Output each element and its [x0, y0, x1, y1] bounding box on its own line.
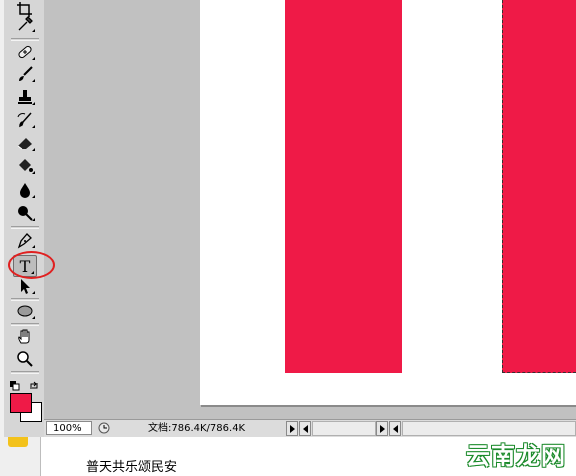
healing-brush-tool[interactable] [13, 42, 37, 62]
triangle-left-icon [302, 424, 308, 433]
horizontal-scrollbar-track[interactable] [312, 421, 376, 436]
hand-icon [18, 329, 30, 344]
marquee-selection [502, 0, 576, 373]
brush-tool[interactable] [13, 64, 37, 84]
scroll-right-button[interactable] [376, 421, 388, 436]
page-left-gutter [0, 437, 41, 476]
triangle-right-icon [379, 424, 385, 433]
caption-text: 普天共乐颂民安 [86, 460, 178, 475]
history-brush-tool[interactable] [13, 110, 37, 130]
foreground-color-swatch[interactable] [10, 393, 32, 413]
scroll-left-button-2[interactable] [389, 421, 401, 436]
document-size-info: 文档:786.4K/786.4K [148, 423, 246, 434]
type-tool-highlight-circle [8, 251, 55, 279]
dodge-tool[interactable] [13, 203, 37, 223]
eraser-tool[interactable] [13, 133, 37, 153]
triangle-left-icon [392, 424, 398, 433]
paint-bucket-tool[interactable] [13, 156, 37, 176]
watermark-logo: 云南龙网 [466, 442, 566, 470]
document-canvas[interactable] [200, 0, 576, 405]
zoom-tool[interactable] [13, 349, 37, 369]
horizontal-scrollbar-track-2[interactable] [402, 421, 576, 436]
zoom-icon [17, 351, 33, 367]
eyedropper-tool[interactable] [13, 14, 37, 34]
scroll-left-button[interactable] [299, 421, 311, 436]
pen-tool[interactable] [13, 230, 37, 250]
yellow-badge [8, 437, 28, 447]
default-colors-icon[interactable] [10, 376, 20, 391]
status-menu-icon[interactable] [98, 422, 110, 434]
zoom-level-field[interactable]: 100% [46, 421, 92, 435]
blur-tool[interactable] [13, 180, 37, 200]
clone-stamp-tool[interactable] [13, 87, 37, 107]
tools-panel-edge [0, 0, 4, 440]
path-selection-tool[interactable] [13, 276, 37, 296]
red-stripe-left [285, 0, 402, 373]
swap-colors-icon[interactable] [29, 376, 39, 389]
status-info-menu-button[interactable] [286, 421, 298, 436]
tools-panel: T [0, 0, 55, 440]
triangle-right-icon [289, 424, 295, 433]
hand-tool[interactable] [13, 326, 37, 346]
ellipse-tool[interactable] [13, 301, 37, 321]
